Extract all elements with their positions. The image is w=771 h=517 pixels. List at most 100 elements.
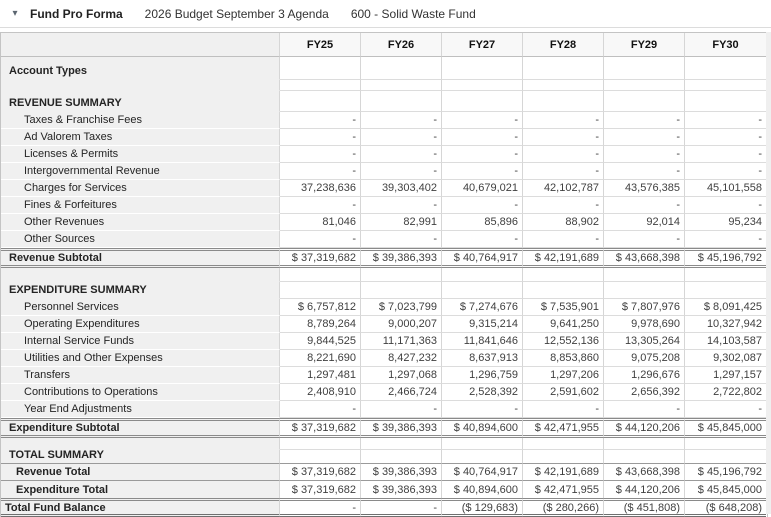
cell-fy27 [442,282,523,299]
cell-fy27: ($ 129,683) [442,498,523,517]
cell-fy30: $ 45,196,792 [685,464,766,481]
cell-fy27: 8,637,913 [442,350,523,367]
column-header-fy26: FY26 [361,33,442,57]
cell-fy28 [523,268,604,282]
cell-fy26: 9,000,207 [361,316,442,333]
cell-fy25: $ 37,319,682 [280,248,361,268]
cell-fy28: $ 42,471,955 [523,418,604,438]
page-title: Fund Pro Forma [30,7,123,21]
cell-fy30: 95,234 [685,214,766,231]
row-label: Other Sources [1,231,280,248]
cell-fy29: 1,296,676 [604,367,685,384]
cell-fy26: 1,297,068 [361,367,442,384]
collapse-triangle-icon[interactable]: ▾ [0,8,30,19]
cell-fy28: $ 42,471,955 [523,481,604,498]
cell-fy25 [280,57,361,80]
row-transfers: Transfers1,297,4811,297,0681,296,7591,29… [1,367,767,384]
cell-fy26: 39,303,402 [361,180,442,197]
cell-fy30 [685,57,766,80]
row-ad-valorem-taxes: Ad Valorem Taxes------ [1,129,767,146]
row-label: Licenses & Permits [1,146,280,163]
cell-fy28 [523,57,604,80]
cell-fy28: - [523,146,604,163]
column-header-row: FY25FY26FY27FY28FY29FY30 [1,33,767,57]
row-personnel-services: Personnel Services$ 6,757,812$ 7,023,799… [1,299,767,316]
row-label: Fines & Forfeitures [1,197,280,214]
cell-fy28: $ 42,191,689 [523,464,604,481]
row-label: Intergovernmental Revenue [1,163,280,180]
cell-fy27: - [442,129,523,146]
cell-fy30 [685,91,766,112]
cell-fy30: ($ 648,208) [685,498,766,517]
cell-fy27: - [442,231,523,248]
cell-fy30: 14,103,587 [685,333,766,350]
cell-fy26: 8,427,232 [361,350,442,367]
cell-fy25 [280,450,361,464]
cell-fy25: 2,408,910 [280,384,361,401]
row-label: Revenue Total [1,464,280,481]
cell-fy27: - [442,401,523,418]
cell-fy29: 92,014 [604,214,685,231]
row-label: Account Types [1,57,280,80]
row-operating-expenditures: Operating Expenditures8,789,2649,000,207… [1,316,767,333]
cell-fy26: 11,171,363 [361,333,442,350]
fund-name: 600 - Solid Waste Fund [351,7,476,21]
cell-fy30: - [685,401,766,418]
cell-fy26: - [361,401,442,418]
cell-fy25: $ 37,319,682 [280,464,361,481]
row-label: Expenditure Total [1,481,280,498]
cell-fy30: - [685,231,766,248]
cell-fy29 [604,282,685,299]
row-other-revenues: Other Revenues81,04682,99185,89688,90292… [1,214,767,231]
cell-fy29: - [604,146,685,163]
cell-fy29: 13,305,264 [604,333,685,350]
cell-fy28 [523,438,604,450]
cell-fy30 [685,438,766,450]
cell-fy25: 1,297,481 [280,367,361,384]
row-total-summary: TOTAL SUMMARY [1,450,767,464]
cell-fy29: - [604,401,685,418]
cell-fy29: $ 43,668,398 [604,248,685,268]
cell-fy29: - [604,112,685,129]
cell-fy25 [280,438,361,450]
cell-fy25: - [280,197,361,214]
cell-fy29: - [604,197,685,214]
row-account-types: Account Types [1,57,767,80]
cell-fy26: - [361,231,442,248]
cell-fy30 [685,80,766,91]
cell-fy27 [442,80,523,91]
cell-fy26: 2,466,724 [361,384,442,401]
cell-fy25: 37,238,636 [280,180,361,197]
cell-fy30: - [685,129,766,146]
cell-fy26: - [361,146,442,163]
row-label [1,438,280,450]
cell-fy29: 9,978,690 [604,316,685,333]
cell-fy25: - [280,498,361,517]
cell-fy26 [361,450,442,464]
cell-fy29: - [604,129,685,146]
cell-fy25: - [280,112,361,129]
cell-fy27: - [442,163,523,180]
cell-fy29 [604,80,685,91]
cell-fy30 [685,268,766,282]
cell-fy29 [604,91,685,112]
row-label: Ad Valorem Taxes [1,129,280,146]
cell-fy30: - [685,163,766,180]
row-label: TOTAL SUMMARY [1,450,280,464]
cell-fy29: 2,656,392 [604,384,685,401]
row-contributions-to-operations: Contributions to Operations2,408,9102,46… [1,384,767,401]
cell-fy27: 85,896 [442,214,523,231]
cell-fy29 [604,57,685,80]
row-charges-for-services: Charges for Services37,238,63639,303,402… [1,180,767,197]
cell-fy25: $ 6,757,812 [280,299,361,316]
cell-fy28: - [523,401,604,418]
cell-fy26: $ 39,386,393 [361,248,442,268]
row-intergovernmental-revenue: Intergovernmental Revenue------ [1,163,767,180]
cell-fy30: 45,101,558 [685,180,766,197]
cell-fy25: 8,221,690 [280,350,361,367]
cell-fy26 [361,268,442,282]
cell-fy25: - [280,401,361,418]
cell-fy27: 11,841,646 [442,333,523,350]
cell-fy30: - [685,112,766,129]
row-spacer [1,438,767,450]
